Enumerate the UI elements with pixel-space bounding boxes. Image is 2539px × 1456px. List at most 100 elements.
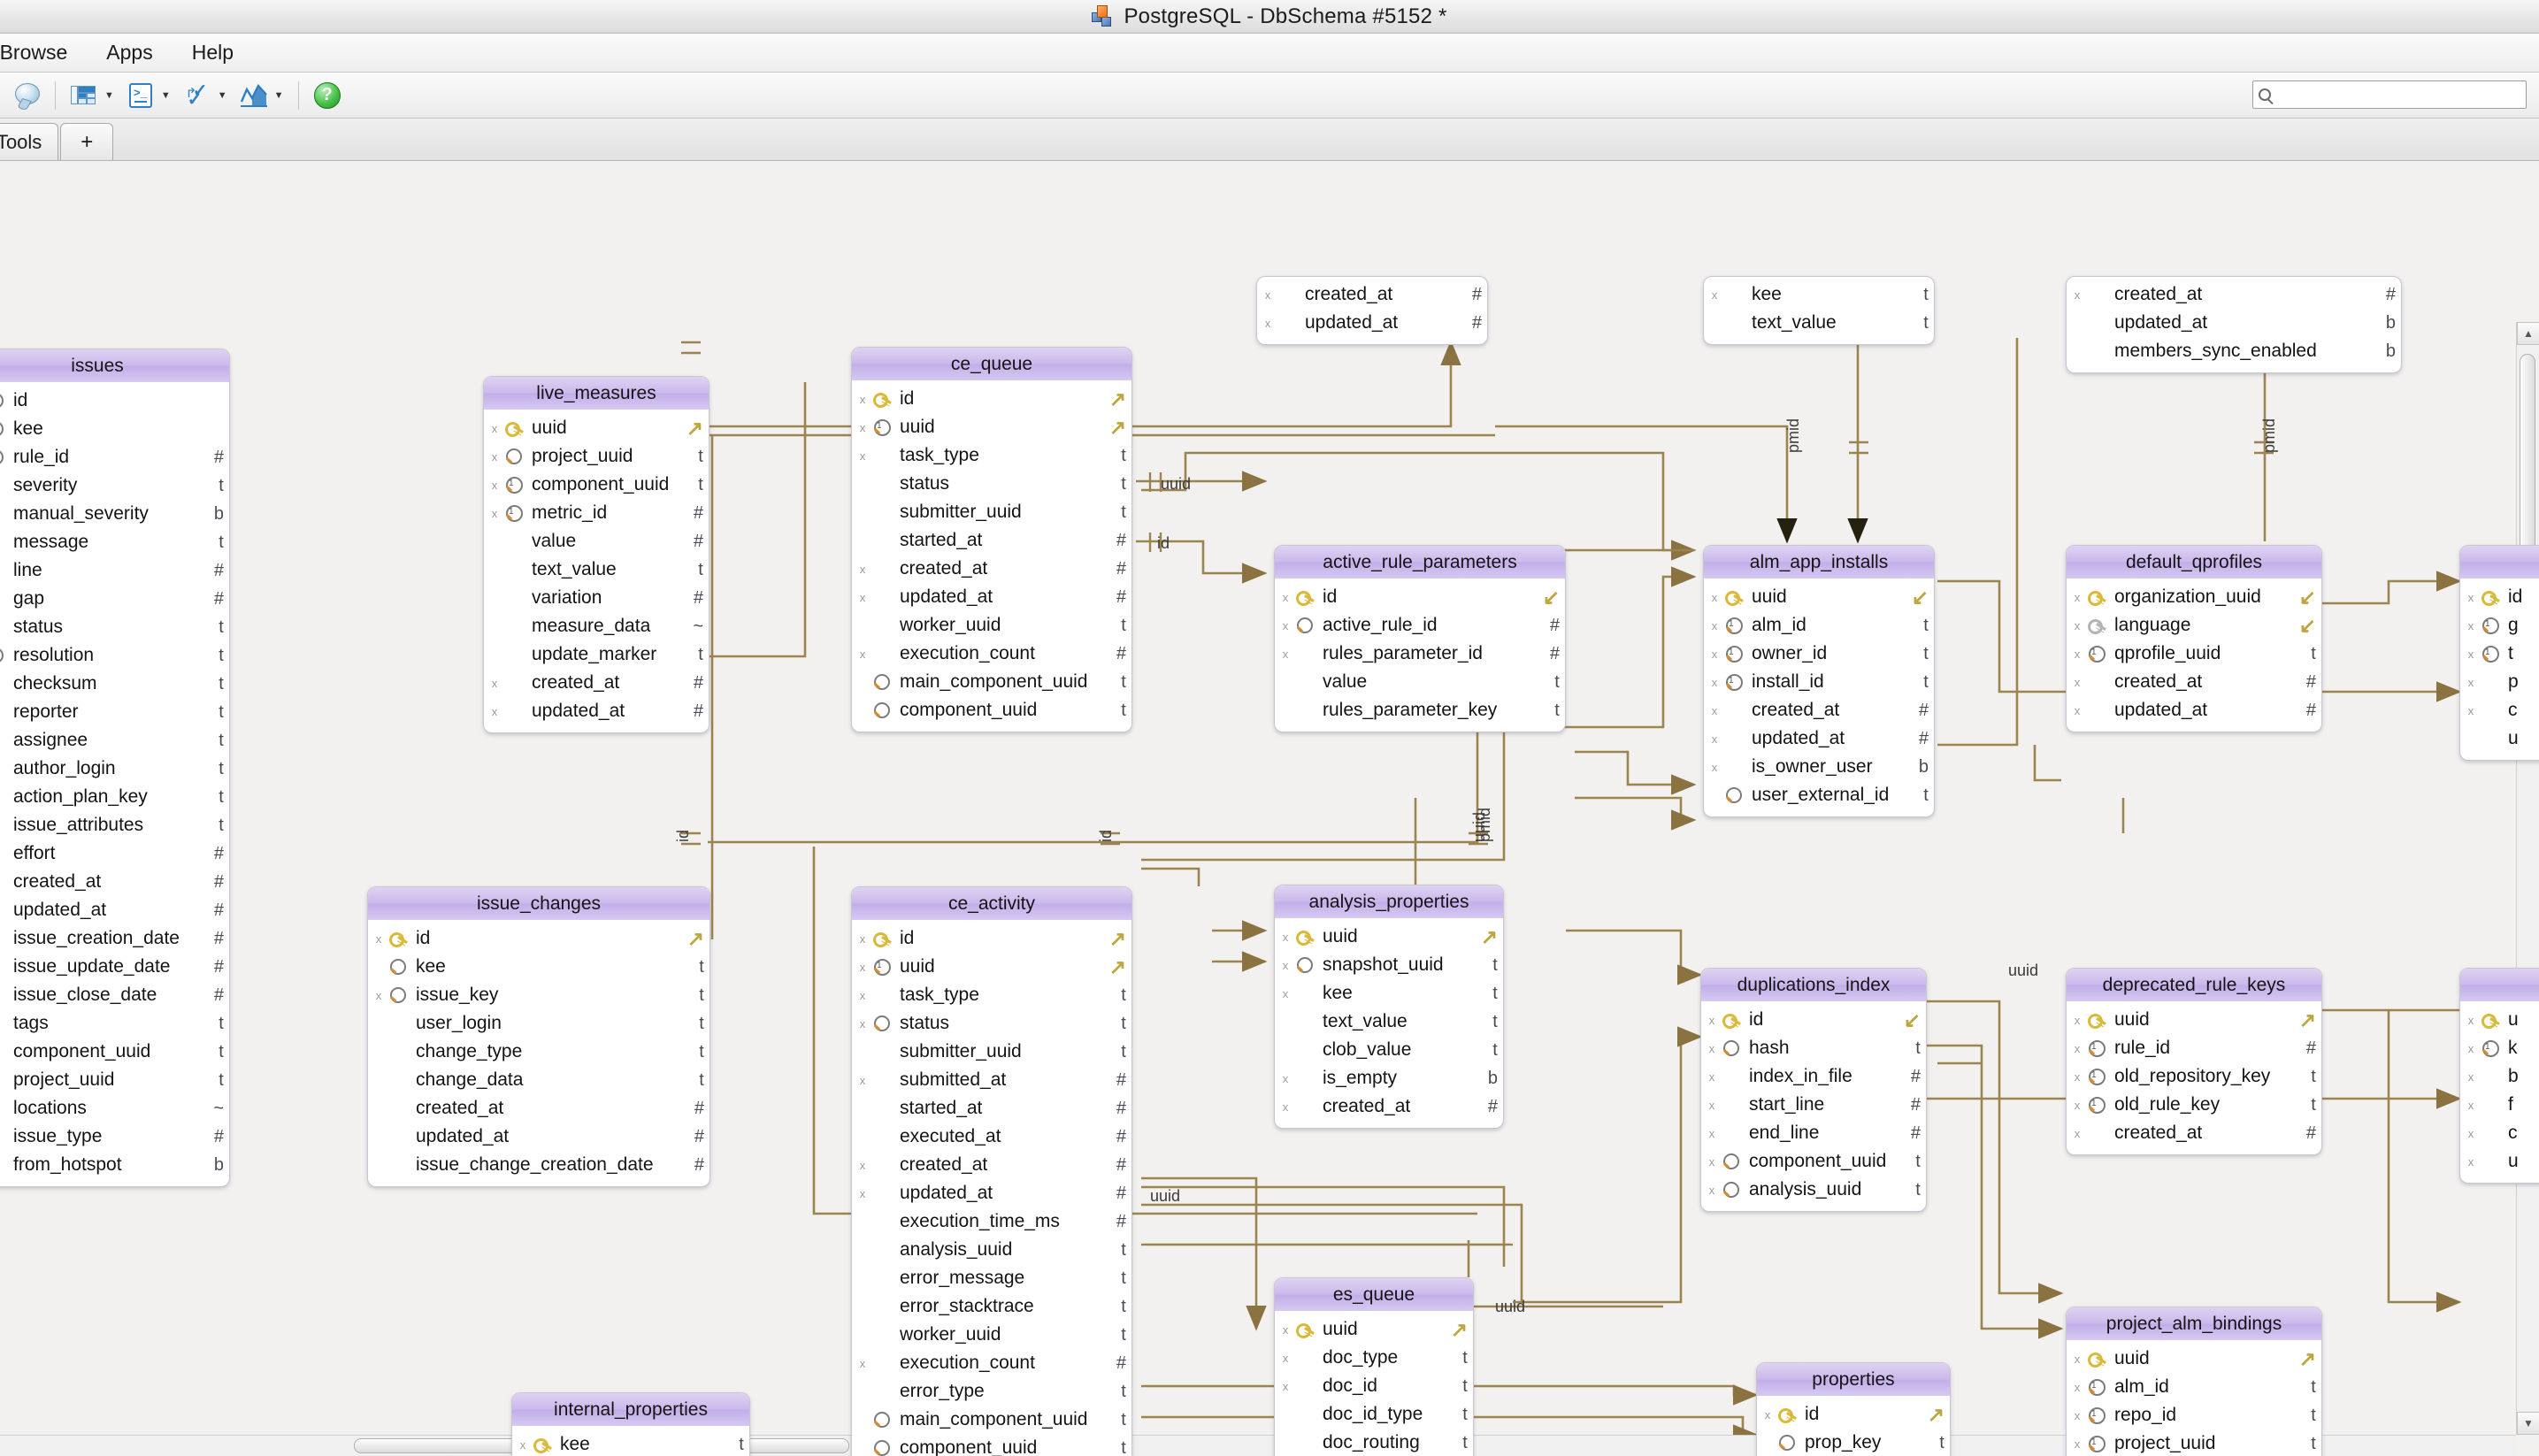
er-column-row[interactable]: x 1 alm_id t	[1704, 611, 1934, 640]
er-column-row[interactable]: variation #	[484, 584, 709, 612]
er-column-row[interactable]: x task_type t	[852, 981, 1131, 1009]
er-column-row[interactable]: xrule_id#	[0, 443, 229, 471]
er-column-row[interactable]: xc	[2460, 1119, 2539, 1147]
sql-editor-icon[interactable]	[121, 78, 160, 113]
er-column-row[interactable]: x execution_count #	[852, 640, 1131, 668]
er-column-row[interactable]: x created_at #	[852, 555, 1131, 583]
er-table-properties[interactable]: propertiesxid↗prop_keytresource_id#user_…	[1756, 1362, 1951, 1456]
er-table-title[interactable]: active_rule_parameters	[1275, 546, 1565, 579]
er-column-row[interactable]: x doc_id t	[1275, 1372, 1473, 1400]
er-column-row[interactable]: x uuid ↗	[1275, 1315, 1473, 1344]
er-table-live_measures[interactable]: live_measures x uuid ↗ x project_uuid t x 1 compo…	[483, 376, 710, 733]
er-column-row[interactable]: action_plan_key t	[0, 783, 229, 811]
er-column-row[interactable]: x 1 project_uuid t	[2067, 1429, 2321, 1456]
er-table-title[interactable]: analysis_properties	[1275, 885, 1503, 919]
er-table-deprecated_rule_keys[interactable]: deprecated_rule_keys x uuid ↗ x 1 rule_id # x 1 ol…	[2066, 968, 2322, 1155]
er-column-row[interactable]: component_uuid t	[852, 1434, 1131, 1456]
er-column-row[interactable]: update_marker t	[484, 640, 709, 669]
er-column-row[interactable]: x updated_at #	[852, 583, 1131, 611]
er-column-row[interactable]: created_at #	[368, 1094, 710, 1123]
er-column-row[interactable]: value t	[1275, 668, 1565, 696]
er-column-row[interactable]: error_stacktrace t	[852, 1292, 1131, 1321]
er-column-row[interactable]: x updated_at #	[484, 697, 709, 725]
er-column-row[interactable]: x1k	[2460, 1034, 2539, 1062]
er-column-row[interactable]: x id ↗	[852, 385, 1131, 413]
er-table-title[interactable]: ce_queue	[852, 348, 1131, 381]
er-column-row[interactable]: issue_type #	[0, 1123, 229, 1151]
er-table-__clip_right_pe[interactable]: x id x 1 g x 1 t x p x c u	[2459, 545, 2539, 761]
er-column-row[interactable]: x 1 install_id t	[1704, 668, 1934, 696]
er-table-title[interactable]	[2460, 969, 2539, 1002]
er-column-row[interactable]: x uuid ↗	[2067, 1006, 2321, 1034]
er-column-row[interactable]: created_at #	[0, 868, 229, 896]
er-column-row[interactable]: x 1 uuid ↗	[852, 953, 1131, 981]
er-column-row[interactable]: started_at #	[852, 526, 1131, 555]
er-column-row[interactable]: x 1 rule_id #	[2067, 1034, 2321, 1062]
er-column-row[interactable]: x issue_key t	[368, 981, 710, 1009]
er-column-row[interactable]: checksum t	[0, 670, 229, 698]
er-table-__clip_right_2[interactable]: xux1kxbxfxcxu	[2459, 968, 2539, 1184]
er-table-title[interactable]: deprecated_rule_keys	[2067, 969, 2321, 1002]
er-column-row[interactable]: updated_at b	[2067, 309, 2401, 337]
er-column-row[interactable]: u	[2460, 724, 2539, 753]
er-column-row[interactable]: started_at #	[852, 1094, 1131, 1123]
search-input[interactable]	[2276, 86, 2520, 103]
data-validation-icon[interactable]: ↱	[178, 78, 217, 113]
er-column-row[interactable]: xmanual_severityb	[0, 500, 229, 528]
er-column-row[interactable]: x 1 qprofile_uuid t	[2067, 640, 2321, 668]
vertical-scrollbar[interactable]: ▲ ▼	[2516, 322, 2539, 1435]
er-column-row[interactable]: updated_at #	[368, 1123, 710, 1151]
er-column-row[interactable]: xu	[2460, 1147, 2539, 1176]
er-column-row[interactable]: x index_in_file #	[1701, 1062, 1926, 1091]
er-column-row[interactable]: xb	[2460, 1062, 2539, 1091]
er-column-row[interactable]: x created_at #	[2067, 668, 2321, 696]
er-table-title[interactable]: live_measures	[484, 377, 709, 410]
tab-with-tools[interactable]: ith Tools	[0, 123, 59, 160]
er-column-row[interactable]: x language ↙	[2067, 611, 2321, 640]
er-table-ce_activity[interactable]: ce_activity x id ↗ x 1 uuid ↗ x task_type t x status…	[851, 886, 1132, 1456]
er-column-row[interactable]: submitter_uuid t	[852, 498, 1131, 526]
grid-table-icon[interactable]	[65, 78, 104, 113]
er-table-ce_queue[interactable]: ce_queue x id ↗ x 1 uuid ↗ x task_type t status t sub…	[851, 347, 1132, 732]
er-column-row[interactable]: tags t	[0, 1009, 229, 1038]
er-column-row[interactable]: x kee t	[512, 1430, 749, 1456]
er-column-row[interactable]: x updated_at #	[852, 1179, 1131, 1207]
er-column-row[interactable]: x component_uuid t	[1701, 1147, 1926, 1176]
er-column-row[interactable]: text_value t	[1704, 309, 1934, 337]
er-table-title[interactable]: ce_activity	[852, 887, 1131, 921]
er-column-row[interactable]: x created_at #	[1704, 696, 1934, 724]
er-column-row[interactable]: submitter_uuid t	[852, 1038, 1131, 1066]
er-table-__clip_top_2[interactable]: x kee t text_value t	[1703, 276, 1935, 345]
er-table-alm_app_installs[interactable]: alm_app_installs x uuid ↙ x 1 alm_id t x 1 owner_i…	[1703, 545, 1935, 817]
er-column-row[interactable]: x created_at #	[1257, 280, 1487, 309]
er-table-__clip_top_3[interactable]: x created_at # updated_at b members_sync_enab…	[2066, 276, 2402, 373]
help-icon[interactable]: ?	[308, 78, 347, 113]
er-column-row[interactable]: main_component_uuid t	[852, 1406, 1131, 1434]
er-column-row[interactable]: message t	[0, 528, 229, 556]
er-column-row[interactable]: gap #	[0, 585, 229, 613]
chevron-down-icon-chart[interactable]: ▼	[274, 90, 284, 101]
er-column-row[interactable]: x uuid ↗	[1275, 923, 1503, 951]
er-column-row[interactable]: severity t	[0, 471, 229, 500]
er-column-row[interactable]: status t	[852, 470, 1131, 498]
er-column-row[interactable]: x updated_at #	[1257, 309, 1487, 337]
er-column-row[interactable]: main_component_uuid t	[852, 668, 1131, 696]
er-table-issues[interactable]: issuesxidxkeexrule_id#severitytxmanual_s…	[0, 349, 230, 1187]
er-column-row[interactable]: from_hotspot b	[0, 1151, 229, 1179]
er-column-row[interactable]: x id ↗	[1757, 1400, 1950, 1429]
er-column-row[interactable]: xissue_creation_date#	[0, 924, 229, 953]
er-column-row[interactable]: x snapshot_uuid t	[1275, 951, 1503, 979]
er-column-row[interactable]: x uuid ↙	[1704, 583, 1934, 611]
er-column-row[interactable]: text_value t	[1275, 1008, 1503, 1036]
tab-add-new[interactable]: +	[60, 123, 114, 160]
er-column-row[interactable]: xissue_close_date#	[0, 981, 229, 1009]
er-column-row[interactable]: xc	[2460, 696, 2539, 724]
er-table-__clip_top_1[interactable]: x created_at # x updated_at #	[1256, 276, 1488, 345]
er-column-row[interactable]: error_message t	[852, 1264, 1131, 1292]
er-column-row[interactable]: resolution t	[0, 641, 229, 670]
search-box[interactable]	[2252, 80, 2527, 109]
er-table-title[interactable]	[2460, 546, 2539, 579]
er-table-title[interactable]: default_qprofiles	[2067, 546, 2321, 579]
er-column-row[interactable]: x submitted_at #	[852, 1066, 1131, 1094]
er-column-row[interactable]: worker_uuid t	[852, 611, 1131, 640]
